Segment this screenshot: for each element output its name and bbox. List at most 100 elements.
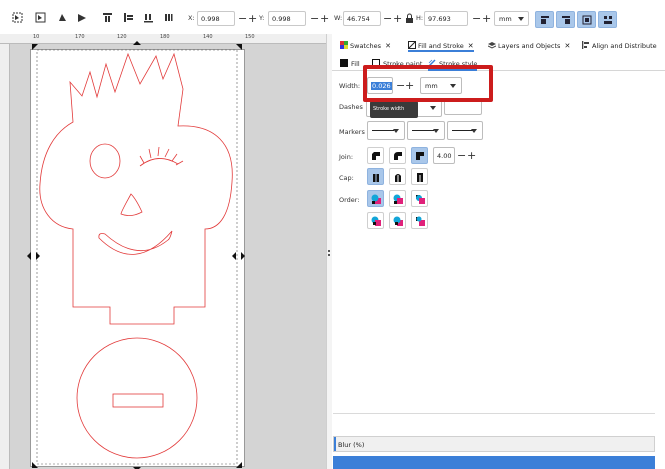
h-field[interactable]: 97.693 <box>424 11 468 26</box>
transform-gradients-icon <box>582 15 592 25</box>
scale-corners-button[interactable] <box>556 11 575 28</box>
fill-and-stroke-icon <box>408 41 416 49</box>
x-increment-button[interactable]: + <box>248 11 257 26</box>
stroke-width-tooltip: Stroke width <box>370 101 418 118</box>
chevron-down-icon <box>393 129 399 133</box>
miter-limit-input[interactable]: 4.00 <box>433 147 455 164</box>
swatches-icon <box>340 41 348 49</box>
x-decrement-button[interactable]: − <box>238 11 247 26</box>
paint-order-icon <box>393 194 403 204</box>
scale-handle-bottom-left <box>32 462 38 468</box>
start-marker-select[interactable] <box>367 121 405 140</box>
cap-label: Cap: <box>339 174 354 182</box>
order-stroke-fill-markers-button[interactable] <box>389 190 406 207</box>
h-decrement-button[interactable]: − <box>472 11 481 26</box>
transform-gradients-button[interactable] <box>577 11 596 28</box>
lock-proportions-icon[interactable] <box>404 13 413 23</box>
scale-handle-right <box>232 252 245 260</box>
paint-order-icon <box>393 216 403 226</box>
fill-icon <box>340 59 348 67</box>
w-decrement-button[interactable]: − <box>383 11 392 26</box>
left-eye-shape <box>89 143 121 179</box>
scale-stroke-button[interactable] <box>535 11 554 28</box>
dock-tab-bar: Swatches ✕ Fill and Stroke ✕ Layers and Ob… <box>332 37 665 52</box>
chevron-down-icon <box>430 106 436 110</box>
touch-select-icon[interactable] <box>77 12 88 23</box>
order-stroke-markers-fill-button[interactable] <box>411 212 428 229</box>
align-icon <box>582 41 590 49</box>
rotate-cw-icon[interactable] <box>123 12 134 23</box>
tab-fill-and-stroke[interactable]: Fill and Stroke ✕ <box>408 37 474 52</box>
y-decrement-button[interactable]: − <box>310 11 319 26</box>
scale-stroke-icon <box>541 16 549 24</box>
tab-fill-label: Fill <box>351 60 360 68</box>
close-icon[interactable]: ✕ <box>468 42 474 50</box>
chevron-down-icon <box>433 129 439 133</box>
rotate-ccw-icon[interactable] <box>102 12 113 23</box>
order-fill-stroke-markers-button[interactable] <box>367 190 384 207</box>
join-round-icon <box>394 152 402 160</box>
join-label: Join: <box>339 153 354 161</box>
order-label: Order: <box>339 196 360 204</box>
blur-slider[interactable]: Blur (%) <box>333 436 655 452</box>
cap-butt-button[interactable] <box>367 168 384 185</box>
select-all-icon[interactable] <box>12 12 23 23</box>
order-markers-fill-stroke-button[interactable] <box>367 212 384 229</box>
end-marker-select[interactable] <box>447 121 483 140</box>
mid-marker-preview <box>412 130 434 131</box>
tab-fill[interactable]: Fill <box>340 56 360 71</box>
flip-vertical-icon[interactable] <box>163 12 174 23</box>
annotation-highlight-box <box>363 65 493 102</box>
scale-handle-top-left <box>32 44 38 50</box>
select-all-layers-icon[interactable] <box>35 12 46 23</box>
cap-square-icon <box>417 173 423 182</box>
w-field[interactable]: 46.754 <box>343 11 381 26</box>
unit-select-value: mm <box>499 15 512 23</box>
chevron-down-icon <box>518 17 524 21</box>
transform-patterns-button[interactable] <box>598 11 617 28</box>
tab-fill-and-stroke-label: Fill and Stroke <box>418 42 464 50</box>
join-miter-button[interactable] <box>411 147 428 164</box>
canvas-area[interactable]: 10 170 120 180 140 150 <box>0 34 326 469</box>
paint-order-icon <box>416 195 425 204</box>
mouth-shape <box>98 230 173 255</box>
markers-label: Markers <box>339 128 365 136</box>
opacity-slider[interactable] <box>333 456 655 469</box>
layers-icon <box>487 41 497 49</box>
close-icon[interactable]: ✕ <box>385 42 391 50</box>
transform-patterns-icon <box>604 16 612 24</box>
splitter-grip-icon[interactable] <box>328 250 330 256</box>
cap-square-button[interactable] <box>411 168 428 185</box>
miter-increment-button[interactable]: + <box>467 147 476 164</box>
join-bevel-button[interactable] <box>367 147 384 164</box>
base-slot-shape <box>112 393 164 408</box>
cap-round-button[interactable] <box>389 168 406 185</box>
join-bevel-icon <box>372 152 380 160</box>
order-fill-markers-stroke-button[interactable] <box>411 190 428 207</box>
join-round-button[interactable] <box>389 147 406 164</box>
h-increment-button[interactable]: + <box>482 11 491 26</box>
x-field[interactable]: 0.998 <box>197 11 235 26</box>
mid-marker-select[interactable] <box>407 121 445 140</box>
unit-select[interactable]: mm <box>494 11 529 26</box>
tab-swatches[interactable]: Swatches ✕ <box>340 37 391 52</box>
panel-divider <box>333 413 655 414</box>
head-shape <box>39 52 233 325</box>
flip-horizontal-icon[interactable] <box>143 12 154 23</box>
miter-decrement-button[interactable]: − <box>457 147 466 164</box>
canvas-drawing[interactable] <box>0 34 326 469</box>
y-increment-button[interactable]: + <box>320 11 329 26</box>
nose-shape <box>120 193 143 216</box>
deselect-icon[interactable] <box>57 12 68 23</box>
width-label: Width: <box>339 82 361 90</box>
order-markers-stroke-fill-button[interactable] <box>389 212 406 229</box>
y-field[interactable]: 0.998 <box>268 11 306 26</box>
tab-layers-and-objects[interactable]: Layers and Objects ✕ <box>487 37 570 52</box>
close-icon[interactable]: ✕ <box>564 42 570 50</box>
w-increment-button[interactable]: + <box>393 11 402 26</box>
w-label: W: <box>334 14 343 22</box>
tab-align-and-distribute[interactable]: Align and Distribute <box>582 37 657 52</box>
selection-bbox <box>36 49 238 465</box>
x-label: X: <box>188 14 195 22</box>
y-label: Y: <box>259 14 265 22</box>
